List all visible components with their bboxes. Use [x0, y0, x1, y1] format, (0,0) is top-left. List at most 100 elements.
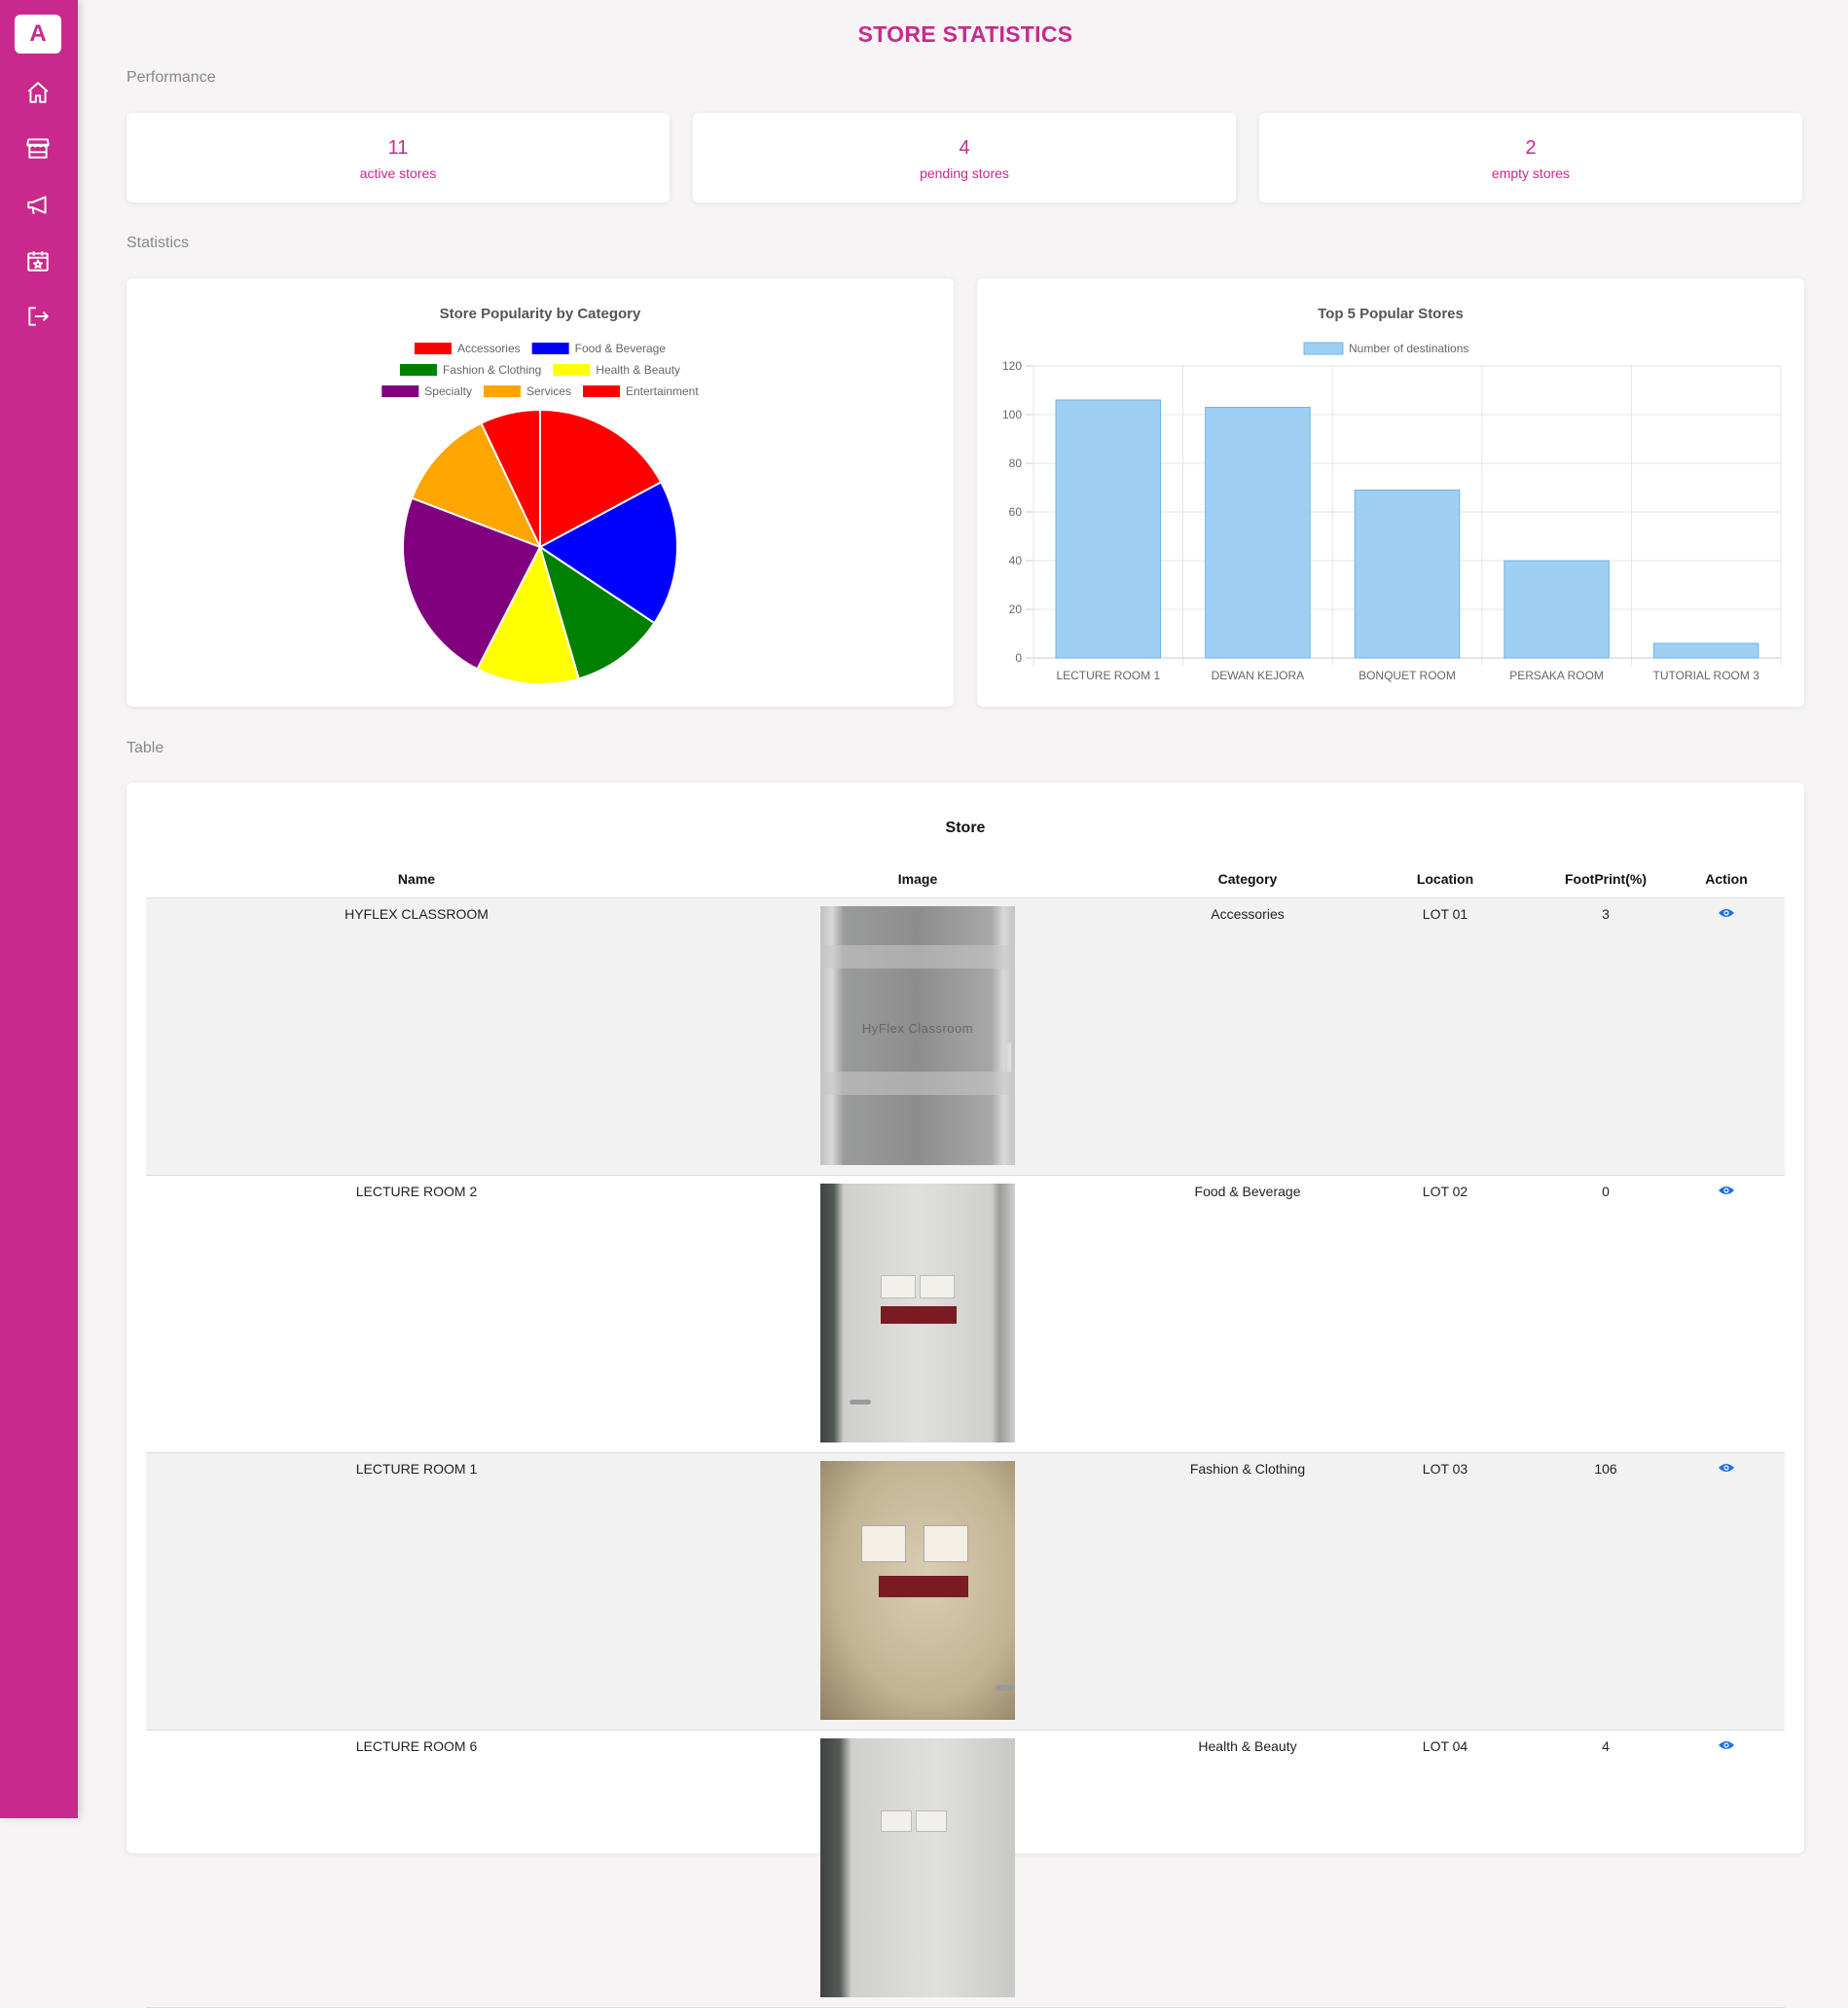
store-name-cell: LECTURE ROOM 6	[146, 1730, 687, 2008]
pie-legend-label: Services	[526, 384, 571, 398]
table-title: Store	[945, 820, 986, 836]
pie-legend-swatch	[553, 364, 591, 376]
pie-legend-swatch	[399, 364, 437, 376]
store-footprint-cell: 3	[1543, 897, 1668, 1176]
bar-legend-item[interactable]: Number of destinations	[1303, 342, 1468, 355]
action-cell	[1668, 897, 1785, 1176]
store-image-cell	[687, 1730, 1148, 2008]
pie-legend-item[interactable]: Food & Beverage	[531, 342, 667, 355]
column-header-footprint[interactable]: FootPrint(%)	[1543, 860, 1668, 898]
column-header-location[interactable]: Location	[1347, 860, 1543, 898]
bar	[1504, 560, 1610, 659]
pie-legend-item[interactable]: Fashion & Clothing	[399, 363, 541, 377]
bar	[1055, 399, 1162, 659]
column-header-category[interactable]: Category	[1148, 860, 1347, 898]
table-row: LECTURE ROOM 2 Food & Beverage LOT 02 0	[146, 1175, 1785, 1453]
y-tick-label: 120	[1002, 359, 1022, 373]
table-header-row: Name Image Category Location FootPrint(%…	[146, 860, 1785, 898]
x-tick-label: BONQUET ROOM	[1359, 669, 1456, 682]
pie-legend-label: Food & Beverage	[575, 342, 667, 355]
app-logo[interactable]: A	[15, 15, 61, 54]
pie-legend-swatch	[414, 343, 452, 354]
store-image[interactable]: HyFlex Classroom	[820, 906, 1015, 1165]
store-category-cell: Food & Beverage	[1148, 1175, 1347, 1453]
view-eye-icon[interactable]	[1718, 1738, 1735, 1754]
stat-label: empty stores	[1491, 165, 1571, 181]
pie-legend-item[interactable]: Entertainment	[582, 384, 699, 398]
table-row: HYFLEX CLASSROOM HyFlex Classroom Access…	[146, 897, 1785, 1176]
action-cell	[1668, 1452, 1785, 1731]
y-tick-label: 0	[1015, 651, 1022, 665]
stat-value: 2	[1525, 137, 1537, 159]
table-row: LECTURE ROOM 1 Fashion & Clothing LOT 03…	[146, 1452, 1785, 1731]
store-location-cell: LOT 03	[1347, 1452, 1543, 1731]
store-image-cell	[687, 1452, 1148, 1731]
store-image[interactable]	[820, 1184, 1015, 1442]
store-image-cell	[687, 1175, 1148, 1453]
bar-chart-card: Top 5 Popular Stores Number of destinati…	[977, 278, 1804, 707]
store-category-cell: Accessories	[1148, 897, 1347, 1176]
action-cell	[1668, 1175, 1785, 1453]
bar-legend-swatch	[1303, 342, 1344, 355]
pie-legend-item[interactable]: Accessories	[414, 342, 521, 355]
pie-legend-label: Health & Beauty	[596, 363, 680, 377]
stat-value: 11	[387, 137, 409, 159]
image-door-sign: HyFlex Classroom	[861, 1021, 974, 1036]
store-table: Name Image Category Location FootPrint(%…	[146, 860, 1785, 2008]
store-image[interactable]	[820, 1461, 1015, 1720]
stat-label: pending stores	[920, 165, 1009, 181]
y-tick-label: 40	[1009, 554, 1023, 567]
stat-card-pending: 4 pending stores	[693, 113, 1236, 202]
view-eye-icon[interactable]	[1718, 1184, 1735, 1199]
bar-chart: Number of destinations 0 20 40 60 80 100 120 LEC…	[1002, 342, 1782, 682]
x-tick-label: LECTURE ROOM 1	[1056, 669, 1160, 682]
stat-label: active stores	[359, 165, 437, 181]
pie-legend-label: Specialty	[424, 384, 472, 398]
pie-legend-swatch	[582, 385, 620, 397]
section-statistics-label: Statistics	[127, 235, 190, 251]
nav-megaphone-icon[interactable]	[23, 190, 53, 219]
store-location-cell: LOT 01	[1347, 897, 1543, 1176]
x-tick-label: TUTORIAL ROOM 3	[1653, 669, 1760, 682]
view-eye-icon[interactable]	[1718, 1461, 1735, 1477]
action-cell	[1668, 1730, 1785, 2008]
page-title: STORE STATISTICS	[857, 21, 1073, 47]
pie-legend-label: Fashion & Clothing	[443, 363, 541, 377]
nav-calendar-star-icon[interactable]	[23, 246, 53, 275]
pie-legend-item[interactable]: Health & Beauty	[553, 363, 680, 377]
store-location-cell: LOT 02	[1347, 1175, 1543, 1453]
pie-legend-item[interactable]: Services	[483, 384, 571, 398]
store-name-cell: LECTURE ROOM 1	[146, 1452, 687, 1731]
store-name-cell: HYFLEX CLASSROOM	[146, 897, 687, 1176]
sidebar: A	[0, 0, 78, 1818]
section-table-label: Table	[127, 740, 164, 756]
nav-home-icon[interactable]	[23, 78, 53, 107]
pie-chart: Accessories Food & Beverage Fashion & Clot…	[381, 342, 699, 685]
store-location-cell: LOT 04	[1347, 1730, 1543, 2008]
nav-store-icon[interactable]	[23, 133, 53, 163]
store-image[interactable]	[820, 1738, 1015, 1997]
store-footprint-cell: 4	[1543, 1730, 1668, 2008]
nav-logout-icon[interactable]	[23, 302, 53, 331]
column-header-image[interactable]: Image	[687, 860, 1148, 898]
y-tick-label: 60	[1009, 505, 1023, 519]
bar	[1354, 490, 1461, 659]
column-header-name[interactable]: Name	[146, 860, 687, 898]
pie-legend-label: Entertainment	[626, 384, 699, 398]
store-footprint-cell: 0	[1543, 1175, 1668, 1453]
bar-legend-label: Number of destinations	[1349, 342, 1468, 355]
y-tick-label: 100	[1002, 408, 1022, 421]
pie-legend-label: Accessories	[457, 342, 521, 355]
bar	[1205, 407, 1311, 659]
x-tick-label: PERSAKA ROOM	[1509, 669, 1604, 682]
pie-legend-swatch	[483, 385, 521, 397]
column-header-action[interactable]: Action	[1668, 860, 1785, 898]
store-table-card: Store Name Image Category Location FootP…	[127, 783, 1804, 2008]
stat-card-empty: 2 empty stores	[1259, 113, 1802, 202]
pie-chart-card: Store Popularity by Category Accessories…	[127, 278, 954, 707]
bar	[1652, 642, 1759, 659]
store-category-cell: Fashion & Clothing	[1148, 1452, 1347, 1731]
pie-legend-swatch	[531, 343, 569, 354]
pie-legend-item[interactable]: Specialty	[381, 384, 472, 398]
view-eye-icon[interactable]	[1718, 906, 1735, 922]
